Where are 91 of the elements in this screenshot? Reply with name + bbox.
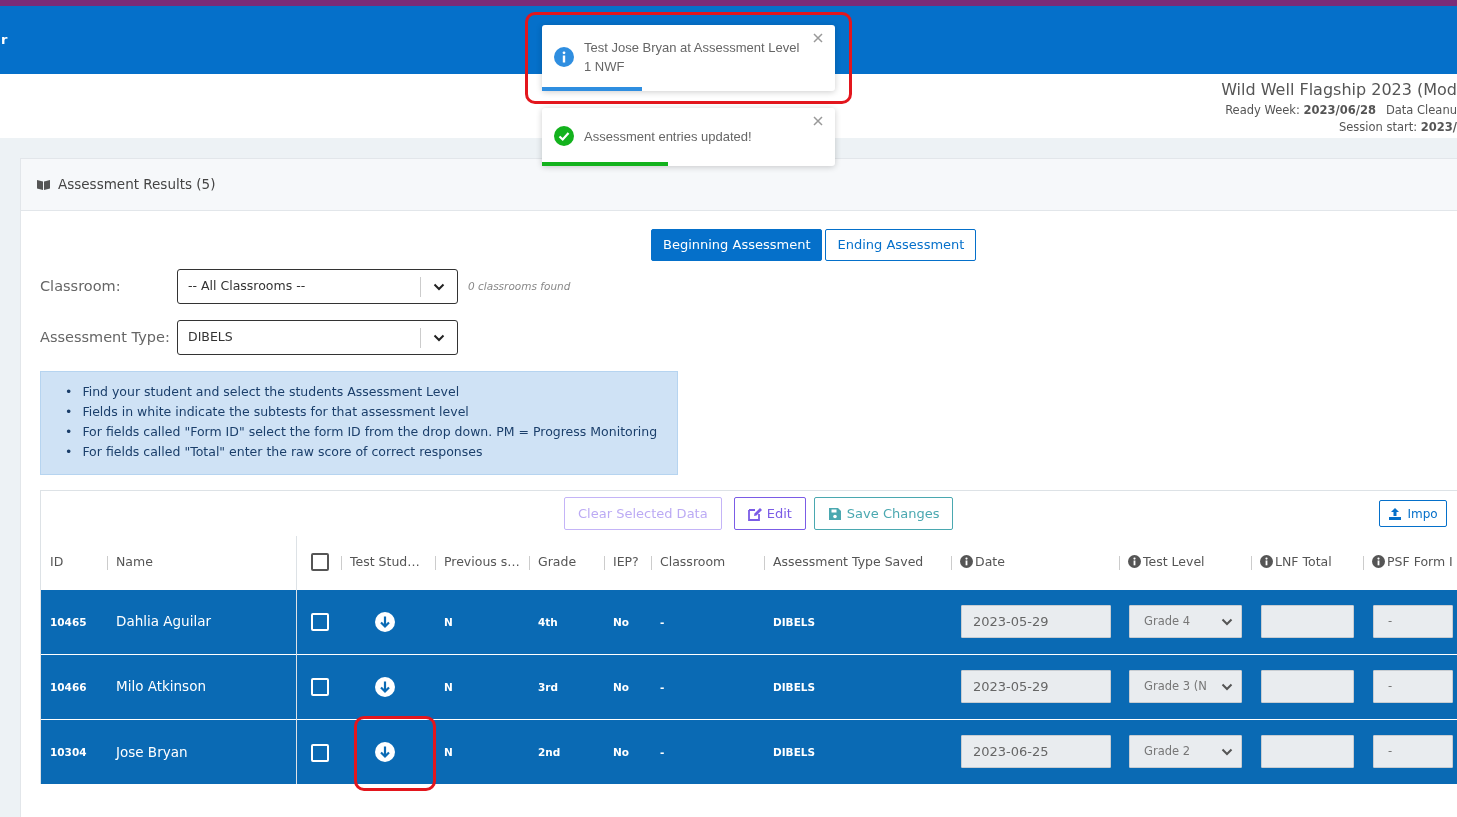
check-circle-icon	[554, 126, 574, 146]
column-header[interactable]: PSF Form I	[1372, 553, 1453, 569]
classroom-text: -	[660, 680, 665, 693]
chevron-down-icon	[1221, 682, 1233, 691]
grade-text: 2nd	[538, 746, 561, 758]
previous-score: N	[444, 680, 453, 693]
student-id: 10466	[50, 680, 87, 693]
test-level-select[interactable]: Grade 4	[1129, 605, 1242, 638]
instruction-text: Fields in white indicate the subtests for that assessment level	[82, 403, 469, 421]
table-row[interactable]: 10466 Milo Atkinson N 3rd No - DIBELS 2023-05-29 Grade 3 (N -	[41, 654, 1457, 719]
date-field[interactable]: 2023-05-29	[961, 670, 1111, 703]
toast-message: Test Jose Bryan at Assessment Level 1 NWF	[584, 39, 801, 76]
close-icon	[813, 33, 823, 43]
form-id-select[interactable]: -	[1373, 670, 1453, 703]
student-id: 10304	[50, 746, 87, 758]
field-label: Assessment Type:	[40, 327, 171, 347]
chevron-down-icon	[433, 282, 445, 291]
classroom-text: -	[660, 746, 665, 758]
select-field[interactable]: DIBELS	[177, 320, 458, 355]
score-field[interactable]	[1261, 670, 1354, 703]
checkbox[interactable]	[310, 553, 329, 572]
info-icon	[1372, 554, 1385, 568]
student-id: 10465	[50, 615, 87, 628]
instruction-text: Find your student and select the students Assessment Level	[82, 383, 460, 401]
instruction-text: For fields called "Form ID" select the form ID from the drop down. PM = Progress Monitoring	[82, 423, 658, 441]
column-header[interactable]: Classroom	[660, 553, 726, 569]
chevron-down-icon	[433, 333, 445, 342]
previous-score: N	[444, 615, 453, 628]
score-field[interactable]	[1261, 605, 1354, 638]
list-bullet: •	[65, 443, 73, 461]
column-header[interactable]: IEP?	[613, 553, 639, 569]
student-name: Dahlia Aguilar	[116, 613, 211, 630]
assessment-type-text: DIBELS	[773, 680, 816, 693]
grade-text: 3rd	[538, 680, 558, 693]
student-name: Milo Atkinson	[116, 678, 206, 695]
list-bullet: •	[65, 423, 73, 441]
assessment-tab[interactable]: Ending Assessment	[825, 229, 977, 261]
iep-text: No	[613, 746, 629, 758]
edit-icon	[747, 506, 762, 521]
school-title: Wild Well Flagship 2023 (Mod	[1221, 79, 1457, 101]
book-icon	[37, 179, 50, 190]
iep-text: No	[613, 680, 629, 693]
test-level-select[interactable]: Grade 2	[1129, 735, 1242, 769]
column-header[interactable]: Date	[960, 553, 1005, 569]
date-field[interactable]: 2023-06-25	[961, 735, 1111, 769]
previous-score: N	[444, 746, 453, 758]
chevron-down-icon	[1221, 747, 1233, 756]
date-field[interactable]: 2023-05-29	[961, 605, 1111, 638]
info-icon	[1260, 554, 1273, 568]
column-header[interactable]: Assessment Type Saved	[773, 553, 924, 569]
toolbar-button[interactable]: Edit	[733, 497, 806, 530]
toast-message: Assessment entries updated!	[584, 127, 752, 146]
grade-text: 4th	[538, 615, 558, 628]
assessment-type-text: DIBELS	[773, 615, 816, 628]
assessment-tab[interactable]: Beginning Assessment	[651, 229, 823, 261]
close-icon	[813, 116, 823, 126]
column-header[interactable]: Previous s…	[444, 553, 520, 569]
card-title: Assessment Results (5)	[58, 175, 216, 195]
iep-text: No	[613, 615, 629, 628]
list-bullet: •	[65, 403, 73, 421]
column-header[interactable]: Name	[116, 553, 153, 569]
column-header[interactable]: Test Level	[1128, 553, 1205, 569]
info-icon	[960, 554, 973, 568]
score-field[interactable]	[1261, 735, 1354, 769]
form-id-select[interactable]: -	[1373, 735, 1453, 769]
assessment-type-text: DIBELS	[773, 746, 816, 758]
field-label: Classroom:	[40, 276, 122, 296]
data-cleanup-text: Data Cleanu	[1385, 102, 1457, 119]
select-field[interactable]: -- All Classrooms --	[177, 269, 458, 304]
info-icon	[554, 47, 574, 67]
column-header[interactable]: LNF Total	[1260, 553, 1332, 569]
chevron-down-icon	[1221, 617, 1233, 626]
instruction-text: For fields called "Total" enter the raw score of correct responses	[82, 443, 483, 461]
student-name: Jose Bryan	[116, 743, 188, 760]
toolbar-button[interactable]: Impo	[1379, 500, 1447, 527]
save-icon	[827, 506, 842, 521]
classroom-text: -	[660, 615, 665, 628]
ready-week-text: Ready Week: 2023/06/28	[1225, 102, 1376, 119]
toolbar-button[interactable]: Save Changes	[813, 497, 954, 530]
info-icon	[1128, 554, 1141, 568]
session-start-text: Session start: 2023/	[1338, 119, 1457, 136]
app-title: r	[1, 31, 8, 50]
list-bullet: •	[65, 383, 73, 401]
test-level-select[interactable]: Grade 3 (N	[1129, 670, 1242, 703]
column-header[interactable]: Test Stud…	[350, 553, 420, 569]
form-id-select[interactable]: -	[1373, 605, 1453, 638]
result-count-note: 0 classrooms found	[468, 278, 571, 294]
table-row[interactable]: 10304 Jose Bryan N 2nd No - DIBELS 2023-06-25 Grade 2 -	[41, 719, 1457, 784]
table-row[interactable]: 10465 Dahlia Aguilar N 4th No - DIBELS 2023-05-29 Grade 4 -	[41, 589, 1457, 654]
column-header[interactable]: ID	[50, 553, 64, 569]
column-header[interactable]: Grade	[538, 553, 577, 569]
